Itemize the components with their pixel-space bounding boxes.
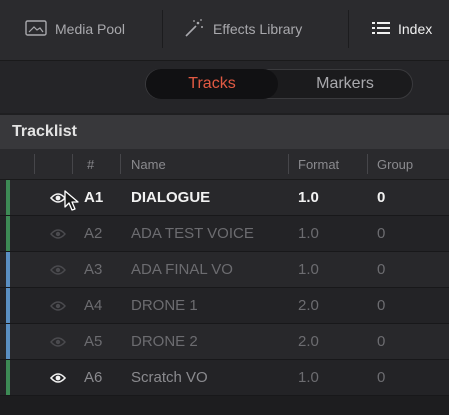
track-id: A6 bbox=[84, 369, 103, 386]
eye-icon[interactable] bbox=[50, 263, 66, 281]
column-divider bbox=[367, 154, 368, 174]
tab-media-pool[interactable]: Media Pool bbox=[25, 14, 125, 44]
eye-icon[interactable] bbox=[50, 227, 66, 245]
column-header-group[interactable]: Group bbox=[377, 149, 413, 179]
section-title: Tracklist bbox=[12, 123, 77, 140]
tab-effects-library[interactable]: Effects Library bbox=[183, 14, 302, 44]
eye-icon[interactable] bbox=[50, 299, 66, 317]
tab-divider bbox=[162, 10, 163, 48]
track-name: DIALOGUE bbox=[131, 189, 211, 206]
table-empty-area bbox=[0, 396, 449, 415]
track-color-stripe bbox=[6, 324, 10, 359]
track-name: DRONE 1 bbox=[131, 297, 198, 314]
track-id: A2 bbox=[84, 225, 103, 242]
track-color-stripe bbox=[6, 288, 10, 323]
track-id: A1 bbox=[84, 189, 104, 206]
track-color-stripe bbox=[6, 180, 10, 215]
track-id: A5 bbox=[84, 333, 103, 350]
column-header-name[interactable]: Name bbox=[131, 149, 166, 179]
eye-icon[interactable] bbox=[50, 335, 66, 353]
track-name: ADA TEST VOICE bbox=[131, 225, 254, 242]
track-group: 0 bbox=[377, 225, 386, 242]
track-format: 2.0 bbox=[298, 333, 319, 350]
column-header-row: # Name Format Group bbox=[0, 149, 449, 180]
column-header-number[interactable]: # bbox=[87, 149, 94, 179]
track-name: ADA FINAL VO bbox=[131, 261, 233, 278]
column-header-format[interactable]: Format bbox=[298, 149, 339, 179]
table-row[interactable]: A2 ADA TEST VOICE 1.0 0 bbox=[0, 216, 449, 252]
track-format: 1.0 bbox=[298, 189, 319, 206]
track-name: Scratch VO bbox=[131, 369, 208, 386]
table-row[interactable]: A5 DRONE 2 2.0 0 bbox=[0, 324, 449, 360]
index-list-icon bbox=[372, 21, 390, 38]
track-color-stripe bbox=[6, 360, 10, 395]
eye-icon[interactable] bbox=[49, 371, 67, 389]
track-group: 0 bbox=[377, 297, 386, 314]
track-name: DRONE 2 bbox=[131, 333, 198, 350]
tab-index-label: Index bbox=[398, 21, 433, 37]
tab-effects-library-label: Effects Library bbox=[213, 21, 303, 37]
tab-media-pool-label: Media Pool bbox=[55, 21, 126, 37]
effects-wand-icon bbox=[183, 18, 205, 41]
track-group: 0 bbox=[377, 369, 386, 386]
table-row[interactable]: A6 Scratch VO 1.0 0 bbox=[0, 360, 449, 396]
tab-tracks[interactable]: Tracks bbox=[146, 69, 278, 99]
track-group: 0 bbox=[377, 333, 386, 350]
track-color-stripe bbox=[6, 252, 10, 287]
column-divider bbox=[288, 154, 289, 174]
tab-markers[interactable]: Markers bbox=[278, 69, 412, 99]
tab-divider bbox=[348, 10, 349, 48]
table-row[interactable]: A3 ADA FINAL VO 1.0 0 bbox=[0, 252, 449, 288]
track-format: 1.0 bbox=[298, 261, 319, 278]
track-id: A4 bbox=[84, 297, 103, 314]
track-format: 2.0 bbox=[298, 297, 319, 314]
track-id: A3 bbox=[84, 261, 103, 278]
track-format: 1.0 bbox=[298, 225, 319, 242]
column-divider bbox=[72, 154, 73, 174]
mouse-cursor-icon bbox=[64, 190, 80, 217]
tab-index[interactable]: Index bbox=[372, 14, 432, 44]
column-divider bbox=[120, 154, 121, 174]
track-group: 0 bbox=[377, 261, 386, 278]
track-group: 0 bbox=[377, 189, 386, 206]
column-divider bbox=[34, 154, 35, 174]
track-format: 1.0 bbox=[298, 369, 319, 386]
media-pool-icon bbox=[25, 19, 47, 39]
table-row[interactable]: A4 DRONE 1 2.0 0 bbox=[0, 288, 449, 324]
tracklist-header: Tracklist bbox=[0, 115, 449, 149]
track-color-stripe bbox=[6, 216, 10, 251]
panel-tab-bar: Media Pool Effects Library Index bbox=[0, 0, 449, 61]
